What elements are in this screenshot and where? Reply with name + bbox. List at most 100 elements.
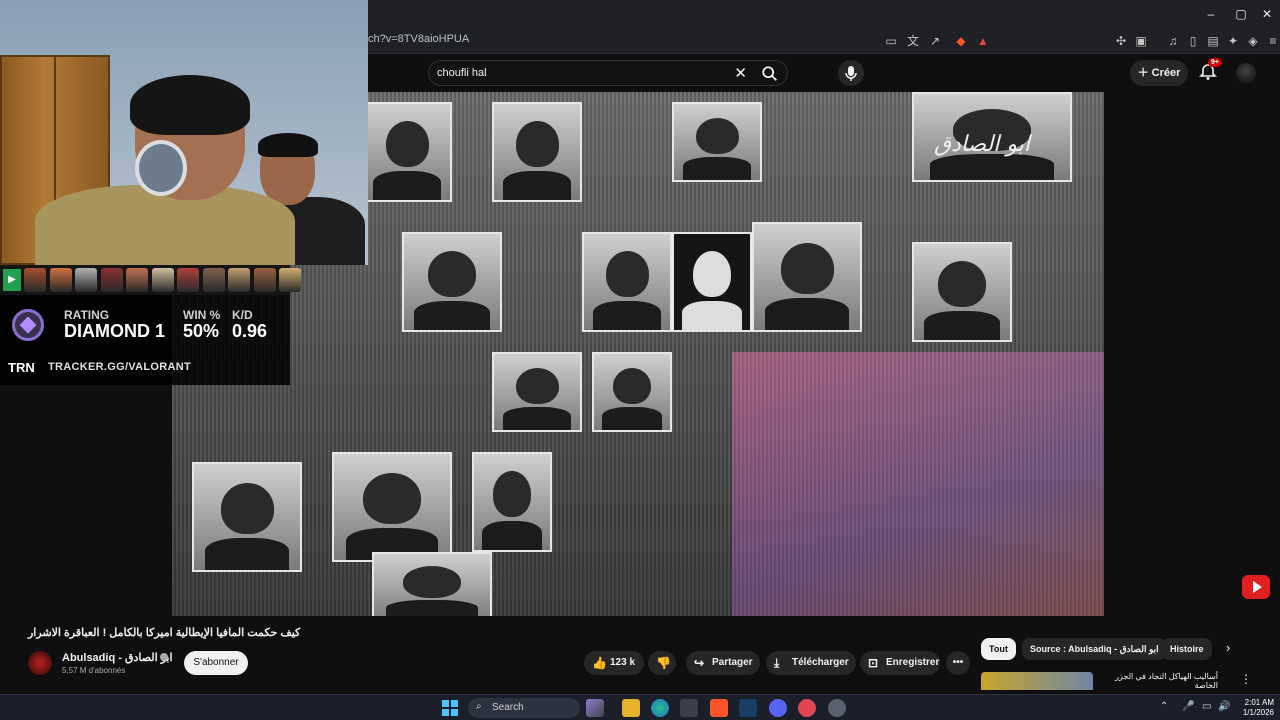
address-bar[interactable]: ch?v=8TV8aioHPUA ▭ 文 ↗ ◆ ▲ ✣ ▣ ♫ ▯ ▤ ✦ ◈… [368,28,1280,54]
tracker-footer: TRN TRACKER.GG/VALORANT [0,357,290,379]
network-icon[interactable]: ▭ [1202,701,1211,712]
youtube-header: choufli hal ✕ ＋ Créer 9+ [368,54,1280,92]
taskbar-search-label: Search [492,702,524,713]
notification-count-badge: 9+ [1208,58,1222,67]
diamond-rank-icon [12,309,44,341]
minimize-button[interactable]: – [1196,4,1226,24]
like-count: 123 k [610,657,636,668]
download-label: Télécharger [792,657,849,668]
more-actions-button[interactable]: ••• [946,651,970,675]
search-input[interactable]: choufli hal ✕ [428,60,788,86]
rating-value: DIAMOND 1 [64,321,166,341]
create-button[interactable]: ＋ Créer [1130,60,1188,86]
sidebar-icon[interactable]: ▯ [1184,32,1202,50]
steam-icon[interactable] [739,699,757,717]
store-icon[interactable] [680,699,698,717]
wallet-icon[interactable]: ▤ [1204,32,1222,50]
plus-icon: ＋ [1137,67,1152,79]
share-button[interactable]: ↪ Partager [686,651,760,675]
photo-cell [672,102,762,182]
windows-taskbar: ⌕ Search ⌃ 🎤 ▭ 🔊 2:01 AM 1/1/2026 [0,694,1280,720]
search-icon: ⌕ [476,701,482,712]
chevron-right-icon[interactable]: › [1226,640,1242,658]
chip-all[interactable]: Tout [981,638,1016,660]
photo-cell [912,242,1012,342]
valorant-icon[interactable] [798,699,816,717]
video-title: كيف حكمت المافيا الإيطالية اميركا بالكام… [28,627,301,639]
agent-portrait [228,268,250,292]
dislike-button[interactable]: 👎 [648,651,676,675]
voice-search-button[interactable] [838,60,864,86]
recommended-video-thumbnail[interactable] [981,672,1093,690]
brave-icon[interactable] [710,699,728,717]
webcam-overlay [0,0,368,265]
chip-history[interactable]: Histoire [1162,638,1212,660]
agent-strip: ▶ [0,265,301,295]
agent-portrait [75,268,97,292]
create-label: Créer [1151,67,1181,79]
subscribe-button[interactable]: S'abonner [184,651,248,675]
photo-cell [332,452,452,562]
menu-icon[interactable]: ≡ [1264,32,1280,50]
url-text[interactable]: ch?v=8TV8aioHPUA [368,33,469,45]
photo-cell [492,352,582,432]
volume-icon[interactable]: 🔊 [1218,701,1230,712]
edge-icon[interactable] [651,699,669,717]
account-avatar[interactable] [1236,63,1256,83]
file-explorer-icon[interactable] [622,699,640,717]
tab-search-icon[interactable]: ▣ [1132,32,1150,50]
headphones [135,140,187,196]
tray-chevron-icon[interactable]: ⌃ [1160,701,1168,712]
kd-label: K/D [232,308,253,322]
brave-rewards-icon[interactable]: ▲ [974,32,992,50]
clock-date[interactable]: 1/1/2026 [1236,708,1274,717]
like-button[interactable]: 👍 123 k [584,651,644,675]
recommended-video-title[interactable]: أساليب الهياكل التجاد في الجزر الخاصة [1098,672,1218,690]
cast-icon[interactable]: ▭ [882,32,900,50]
clear-search-icon[interactable]: ✕ [734,64,747,82]
leo-icon[interactable]: ✦ [1224,32,1242,50]
media-icon[interactable]: ♫ [1164,32,1182,50]
windows-start-icon[interactable] [442,700,458,716]
translate-icon[interactable]: 文 [904,32,922,50]
mic-tray-icon[interactable]: 🎤 [1182,701,1194,712]
share-label: Partager [712,657,753,668]
settings-icon[interactable] [828,699,846,717]
photo-cell [372,552,492,616]
photo-cell [592,352,672,432]
microphone-icon [845,66,857,81]
download-button[interactable]: ⤓ Télécharger [766,651,856,675]
close-window-button[interactable]: ✕ [1252,4,1280,24]
agent-portrait [100,268,123,292]
discord-icon[interactable] [769,699,787,717]
vpn-icon[interactable]: ◈ [1244,32,1262,50]
photo-cell [472,452,552,552]
channel-name[interactable]: Abulsadiq - ابو الصادق [62,651,173,664]
agent-portrait [151,268,174,292]
youtube-subscribe-watermark-icon[interactable] [1242,575,1270,599]
agent-portrait [253,268,276,292]
taskbar-search[interactable]: ⌕ Search [468,698,580,718]
share-icon: ↪ [694,656,705,670]
search-icon[interactable] [761,65,779,83]
brave-shield-icon[interactable]: ◆ [952,32,970,50]
chip-source[interactable]: Source : Abulsadiq - ابو الصادق [1022,638,1167,660]
bookmark-icon: ⊡ [868,656,879,670]
photo-cell [752,222,862,332]
clock-time[interactable]: 2:01 AM [1240,698,1274,707]
channel-avatar[interactable] [28,651,52,675]
extensions-icon[interactable]: ✣ [1112,32,1130,50]
photo-cell [582,232,672,332]
save-button[interactable]: ⊡ Enregistrer [860,651,940,675]
share-page-icon[interactable]: ↗ [926,32,944,50]
photo-cell [402,232,502,332]
more-vert-icon[interactable]: ⋮ [1240,672,1252,686]
agent-portrait [177,268,199,292]
agent-portrait [126,268,148,292]
verified-icon [160,653,168,661]
photo-cell [192,462,302,572]
photo-cell [492,102,582,202]
task-view-icon[interactable] [586,699,604,717]
chevron-right-icon: ▶ [3,269,21,291]
agent-portrait [24,268,46,292]
